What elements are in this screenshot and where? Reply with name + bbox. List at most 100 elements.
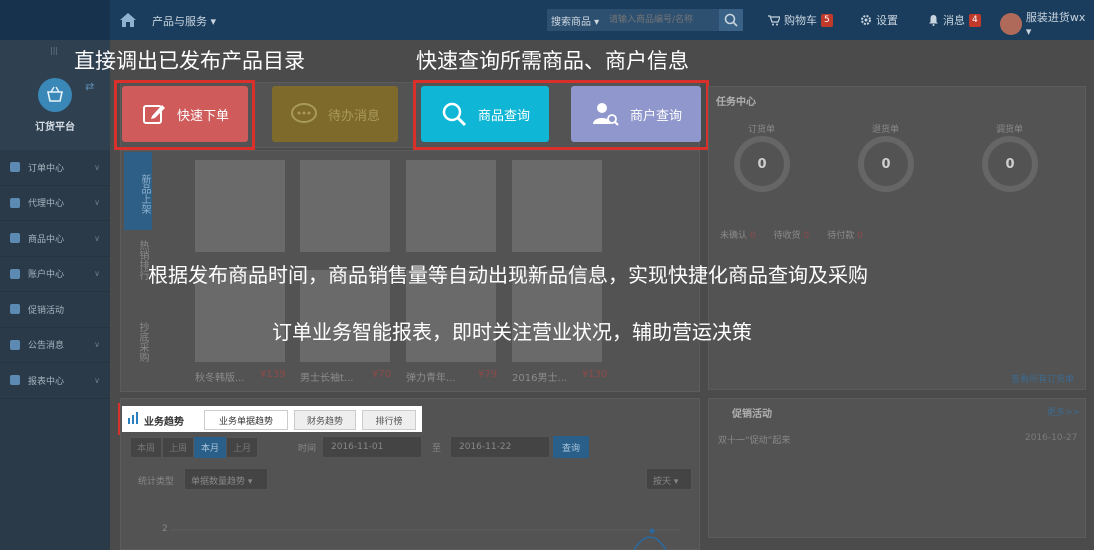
settings-label: 设置 bbox=[876, 14, 898, 27]
time-label: 时间 bbox=[298, 444, 317, 454]
product-image[interactable] bbox=[195, 160, 285, 252]
promotions-more-link[interactable]: 更多>> bbox=[1047, 405, 1080, 418]
date-to-input[interactable]: 2016-11-22 bbox=[450, 436, 550, 458]
sidebar-item-orders[interactable]: 订单中心 ∨ bbox=[0, 150, 110, 186]
product-name[interactable]: 2016男士... bbox=[512, 369, 567, 384]
grip-icon[interactable]: ||| bbox=[50, 46, 58, 55]
period-last-week[interactable]: 上周 bbox=[162, 437, 195, 458]
search-input[interactable] bbox=[605, 9, 719, 31]
sidebar-item-label: 促销活动 bbox=[28, 305, 65, 316]
y-axis-tick: 2 bbox=[162, 524, 168, 534]
cart-icon bbox=[768, 14, 780, 25]
products-services-menu[interactable]: 产品与服务 ▾ bbox=[152, 13, 216, 29]
sidebar-item-label: 公告消息 bbox=[28, 341, 65, 352]
transfer-gauge[interactable]: 0 bbox=[982, 136, 1038, 192]
period-last-month[interactable]: 上月 bbox=[226, 437, 259, 458]
logo-area bbox=[0, 0, 110, 40]
product-price: ¥130 bbox=[582, 369, 608, 380]
date-from-input[interactable]: 2016-11-01 bbox=[322, 436, 422, 458]
tab-business-docs[interactable]: 业务单据趋势 bbox=[204, 410, 288, 430]
sidebar-item-announcements[interactable]: 公告消息 ∨ bbox=[0, 328, 110, 363]
tab-pending-receipt[interactable]: 待收货 0 bbox=[774, 228, 810, 241]
todo-messages-label: 待办消息 bbox=[327, 108, 380, 124]
highlight-quick-order bbox=[114, 80, 255, 150]
sidebar-item-products[interactable]: 商品中心 ∨ bbox=[0, 221, 110, 257]
product-price: ¥70 bbox=[372, 369, 392, 380]
sidebar-item-label: 账户中心 bbox=[28, 270, 65, 281]
product-image[interactable] bbox=[512, 160, 602, 252]
top-bar: 产品与服务 ▾ 搜索商品 ▾ 购物车 5 设置 消息 4 服装进货wx ▾ bbox=[0, 0, 1094, 40]
messages-link[interactable]: 消息 4 bbox=[928, 12, 981, 28]
trend-chart bbox=[170, 528, 680, 550]
platform-title: 订货平台 bbox=[35, 122, 75, 133]
swap-icon[interactable]: ⇄ bbox=[85, 80, 94, 93]
product-name[interactable]: 秋冬韩版... bbox=[195, 369, 245, 384]
to-label: 至 bbox=[432, 444, 442, 454]
cart-label: 购物车 bbox=[784, 14, 817, 27]
gear-icon bbox=[861, 15, 871, 25]
sidebar-item-label: 订单中心 bbox=[28, 163, 65, 174]
avatar bbox=[1000, 12, 1022, 35]
gauge-label: 订货单 bbox=[748, 125, 776, 135]
stat-type-label: 统计类型 bbox=[138, 477, 175, 487]
chevron-down-icon: ∨ bbox=[94, 340, 100, 350]
basket-small-icon bbox=[10, 233, 20, 244]
todo-messages-button[interactable]: 待办消息 bbox=[272, 86, 398, 142]
caption-catalog: 直接调出已发布产品目录 bbox=[74, 49, 305, 73]
bar-chart-icon bbox=[128, 412, 138, 424]
chevron-down-icon: ∨ bbox=[94, 375, 100, 385]
gauge-label: 调货单 bbox=[996, 125, 1024, 135]
tab-new-arrivals[interactable]: 新品上架 bbox=[124, 152, 152, 230]
query-button[interactable]: 查询 bbox=[553, 436, 589, 458]
period-buttons: 本周 上周 本月 上月 bbox=[130, 437, 259, 458]
sidebar-item-promotions[interactable]: 促销活动 bbox=[0, 292, 110, 328]
order-gauge[interactable]: 0 bbox=[734, 136, 790, 192]
chevron-down-icon: ∨ bbox=[94, 233, 100, 243]
task-tabs: 未确认 0 待收货 0 待付款 0 bbox=[720, 228, 863, 241]
product-price: ¥79 bbox=[478, 369, 498, 380]
sidebar-item-agents[interactable]: 代理中心 ∨ bbox=[0, 186, 110, 221]
product-image[interactable] bbox=[300, 160, 390, 252]
chat-bubble-icon bbox=[290, 103, 317, 123]
tab-pending-payment[interactable]: 待付款 0 bbox=[827, 228, 863, 241]
settings-link[interactable]: 设置 bbox=[860, 12, 898, 28]
return-gauge[interactable]: 0 bbox=[858, 136, 914, 192]
view-all-orders-link[interactable]: 查看所有订货单 bbox=[1011, 372, 1074, 385]
tab-bargain[interactable]: 抄底采购 bbox=[130, 322, 150, 382]
tab-ranking[interactable]: 排行榜 bbox=[362, 410, 416, 430]
messages-label: 消息 bbox=[943, 14, 965, 27]
highlight-query-buttons bbox=[413, 80, 709, 150]
user-menu[interactable]: 服装进货wx ▾ bbox=[1000, 9, 1094, 38]
search-type-select[interactable]: 搜索商品 ▾ bbox=[551, 13, 599, 28]
product-price: ¥139 bbox=[260, 369, 286, 380]
tab-hot-sales[interactable]: 热销排行 bbox=[130, 240, 150, 300]
chevron-down-icon: ∨ bbox=[94, 162, 100, 172]
business-title: 业务趋势 bbox=[144, 417, 184, 428]
sidebar: ||| ⇄ 订货平台 订单中心 ∨ 代理中心 ∨ 商品中心 ∨ 账户中心 ∨ 促销活动 … bbox=[0, 40, 110, 550]
sidebar-item-reports[interactable]: 报表中心 ∨ bbox=[0, 363, 110, 399]
promotion-item[interactable]: 双十一“促动”起来 bbox=[718, 433, 790, 446]
stat-type-select[interactable]: 单据数量趋势 ▾ bbox=[184, 468, 268, 490]
home-icon[interactable] bbox=[118, 10, 138, 30]
order-list-icon bbox=[10, 162, 20, 173]
agent-icon bbox=[10, 197, 20, 208]
product-name[interactable]: 弹力青年... bbox=[406, 369, 456, 384]
search-bar: 搜索商品 ▾ bbox=[547, 9, 743, 31]
product-name[interactable]: 男士长袖t... bbox=[300, 369, 353, 384]
caption-reports: 订单业务智能报表，即时关注营业状况，辅助营运决策 bbox=[272, 320, 752, 344]
cart-link[interactable]: 购物车 5 bbox=[768, 12, 833, 28]
search-button[interactable] bbox=[719, 9, 743, 31]
user-icon bbox=[10, 268, 20, 279]
search-icon bbox=[724, 13, 738, 27]
period-this-month[interactable]: 本月 bbox=[194, 437, 227, 458]
tab-finance[interactable]: 财务趋势 bbox=[294, 410, 356, 430]
granularity-select[interactable]: 按天 ▾ bbox=[646, 468, 692, 490]
product-image[interactable] bbox=[406, 160, 496, 252]
period-this-week[interactable]: 本周 bbox=[130, 437, 163, 458]
tab-unconfirmed[interactable]: 未确认 0 bbox=[720, 228, 756, 241]
sidebar-item-label: 商品中心 bbox=[28, 234, 65, 245]
sidebar-item-account[interactable]: 账户中心 ∨ bbox=[0, 257, 110, 292]
promotions-title: 促销活动 bbox=[732, 409, 772, 420]
messages-count-badge: 4 bbox=[969, 13, 981, 27]
promotion-date: 2016-10-27 bbox=[1025, 433, 1078, 443]
